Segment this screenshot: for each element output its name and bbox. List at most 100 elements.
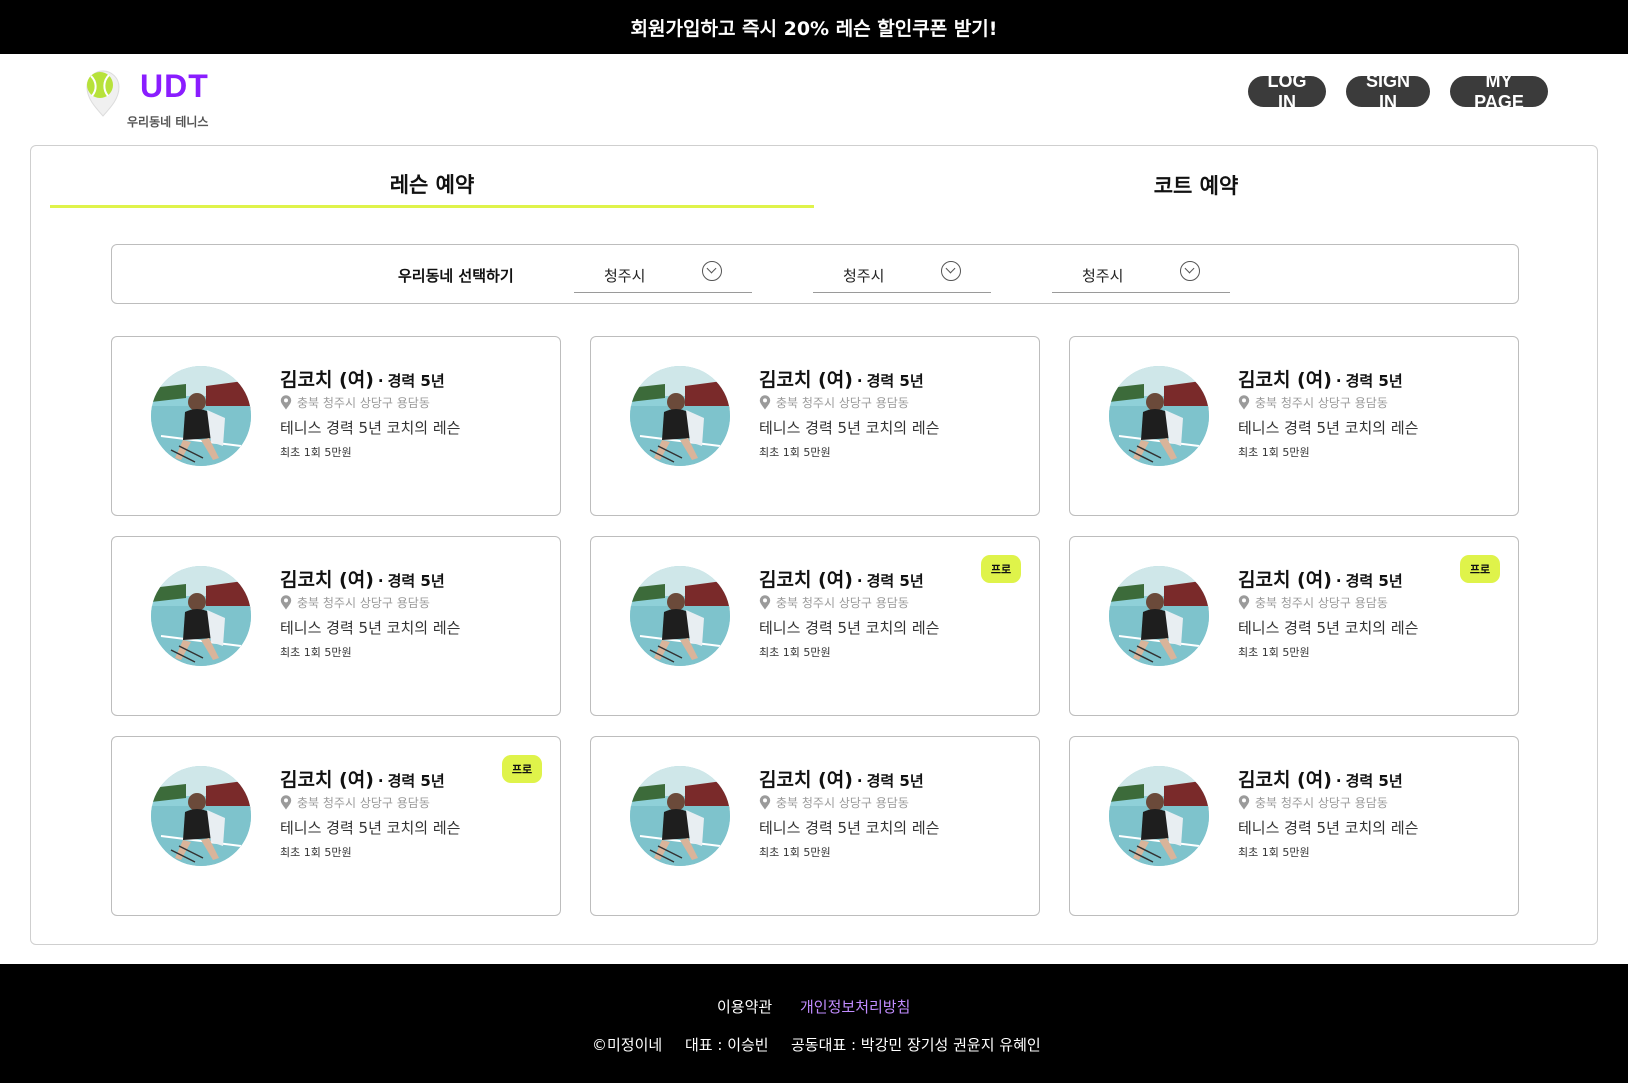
location-pin-icon (280, 395, 292, 410)
coach-card[interactable]: 김코치 (여) · 경력 5년 충북 청주시 상당구 용담동 테니스 경력 5년 코치의… (1069, 336, 1519, 516)
tab-label: 레슨 예약 (389, 172, 475, 197)
coach-career: 경력 5년 (866, 572, 924, 590)
site-header: UDT 우리동네 테니스 LOG IN SIGN IN MY PAGE (0, 54, 1628, 140)
lesson-price: 최초 1회 5만원 (1238, 646, 1310, 659)
coach-name: 김코치 (여) (280, 569, 374, 591)
coach-location: 충북 청주시 상당구 용담동 (280, 394, 430, 411)
coach-card[interactable]: 김코치 (여) · 경력 5년충북 청주시 상당구 용담동테니스 경력 5년 코치의… (111, 536, 561, 716)
coach-name: 김코치 (여) (280, 769, 374, 791)
coach-career: 경력 5년 (1345, 572, 1403, 590)
tab-lesson-reservation[interactable]: 레슨 예약 (50, 162, 814, 208)
coach-photo (151, 566, 251, 666)
lesson-description: 테니스 경력 5년 코치의 레슨 (280, 419, 461, 437)
coach-name: 김코치 (여) (1238, 569, 1332, 591)
coach-card[interactable]: 김코치 (여) · 경력 5년 충북 청주시 상당구 용담동 테니스 경력 5년 코치의… (1069, 536, 1519, 716)
mypage-button[interactable]: MY PAGE (1450, 71, 1548, 112)
select-value: 청주시 (604, 267, 646, 285)
coach-card[interactable]: 김코치 (여) · 경력 5년충북 청주시 상당구 용담동테니스 경력 5년 코치의… (1069, 736, 1519, 916)
coach-career: 경력 5년 (1345, 772, 1403, 790)
coach-name-line: 김코치 (여) · 경력 5년 (1238, 565, 1403, 592)
lesson-price: 최초 1회 5만원 (1238, 846, 1310, 859)
coach-card[interactable]: 김코치 (여) · 경력 5년 충북 청주시 상당구 용담동 테니스 경력 5년 코치의… (590, 536, 1040, 716)
tennis-ball-pin-icon (86, 70, 120, 117)
tab-court-reservation[interactable]: 코트 예약 (814, 162, 1578, 208)
coach-location: 충북 청주시 상당구 용담동 (759, 394, 909, 411)
coach-card[interactable]: 김코치 (여) · 경력 5년 충북 청주시 상당구 용담동 테니스 경력 5년 코치의… (590, 736, 1040, 916)
region-select-3[interactable]: 청주시 (1052, 253, 1230, 293)
login-button[interactable]: LOG IN (1248, 71, 1326, 112)
chevron-down-circle-icon (1180, 261, 1200, 281)
lesson-description: 테니스 경력 5년 코치의 레슨 (1238, 619, 1419, 637)
separator-dot: · (377, 772, 384, 790)
separator-dot: · (856, 372, 863, 390)
coach-career: 경력 5년 (387, 772, 445, 790)
lesson-description: 테니스 경력 5년 코치의 레슨 (1238, 819, 1419, 837)
separator-dot: · (856, 772, 863, 790)
promo-banner-text: 회원가입하고 즉시 20% 레슨 할인쿠폰 받기! (630, 17, 998, 40)
coach-name: 김코치 (여) (759, 769, 853, 791)
separator-dot: · (377, 572, 384, 590)
neighborhood-filter: 우리동네 선택하기 청주시 청주시 청주시 (111, 244, 1519, 304)
location-text: 충북 청주시 상당구 용담동 (1255, 396, 1388, 410)
region-select-2[interactable]: 청주시 (813, 253, 991, 293)
separator-dot: · (1335, 772, 1342, 790)
location-pin-icon (280, 795, 292, 810)
location-pin-icon (1238, 795, 1250, 810)
coach-name: 김코치 (여) (1238, 769, 1332, 791)
avatar (1109, 366, 1209, 466)
coach-card[interactable]: 김코치 (여) · 경력 5년충북 청주시 상당구 용담동테니스 경력 5년 코치의… (590, 336, 1040, 516)
chevron-down-circle-icon (702, 261, 722, 281)
coach-photo (151, 366, 251, 466)
separator-dot: · (377, 372, 384, 390)
copyright-text: ©미정이네 (592, 1036, 663, 1054)
coach-name-line: 김코치 (여) · 경력 5년 (1238, 765, 1403, 792)
coach-career: 경력 5년 (387, 572, 445, 590)
pro-badge: 프로 (981, 555, 1021, 583)
coach-career: 경력 5년 (866, 772, 924, 790)
avatar (151, 366, 251, 466)
co-ceo-text: 공동대표 : 박강민 장기성 권윤지 유혜인 (791, 1036, 1041, 1054)
coach-location: 충북 청주시 상당구 용담동 (1238, 394, 1388, 411)
avatar (630, 766, 730, 866)
lesson-price: 최초 1회 5만원 (1238, 446, 1310, 459)
coach-photo (1109, 766, 1209, 866)
coach-card[interactable]: 김코치 (여) · 경력 5년 충북 청주시 상당구 용담동 테니스 경력 5년 코치의… (111, 736, 561, 916)
lesson-price: 최초 1회 5만원 (759, 846, 831, 859)
lesson-description: 테니스 경력 5년 코치의 레슨 (759, 619, 940, 637)
coach-name-line: 김코치 (여) · 경력 5년 (759, 365, 924, 392)
pro-badge: 프로 (502, 755, 542, 783)
avatar (630, 566, 730, 666)
separator-dot: · (856, 572, 863, 590)
logo[interactable]: UDT 우리동네 테니스 (84, 68, 234, 129)
avatar (1109, 566, 1209, 666)
coach-photo (630, 566, 730, 666)
terms-link[interactable]: 이용약관 (717, 996, 772, 1017)
region-select-1[interactable]: 청주시 (574, 253, 752, 293)
coach-career: 경력 5년 (1345, 372, 1403, 390)
coach-photo (630, 766, 730, 866)
coach-name-line: 김코치 (여) · 경력 5년 (280, 565, 445, 592)
signin-button[interactable]: SIGN IN (1346, 71, 1430, 112)
avatar (1109, 766, 1209, 866)
coach-name-line: 김코치 (여) · 경력 5년 (280, 365, 445, 392)
avatar (151, 766, 251, 866)
coach-location: 충북 청주시 상당구 용담동 (280, 794, 430, 811)
lesson-price: 최초 1회 5만원 (280, 846, 352, 859)
privacy-policy-link[interactable]: 개인정보처리방침 (800, 996, 910, 1017)
coach-name: 김코치 (여) (759, 369, 853, 391)
separator-dot: · (1335, 572, 1342, 590)
coach-location: 충북 청주시 상당구 용담동 (280, 594, 430, 611)
lesson-description: 테니스 경력 5년 코치의 레슨 (759, 419, 940, 437)
location-text: 충북 청주시 상당구 용담동 (776, 396, 909, 410)
lesson-price: 최초 1회 5만원 (280, 446, 352, 459)
coach-location: 충북 청주시 상당구 용담동 (759, 794, 909, 811)
location-text: 충북 청주시 상당구 용담동 (776, 796, 909, 810)
promo-banner[interactable]: 회원가입하고 즉시 20% 레슨 할인쿠폰 받기! (0, 0, 1628, 54)
location-pin-icon (280, 595, 292, 610)
coach-name-line: 김코치 (여) · 경력 5년 (759, 765, 924, 792)
select-value: 청주시 (1082, 267, 1124, 285)
lesson-description: 테니스 경력 5년 코치의 레슨 (280, 619, 461, 637)
coach-card[interactable]: 김코치 (여) · 경력 5년충북 청주시 상당구 용담동테니스 경력 5년 코치의… (111, 336, 561, 516)
coach-location: 충북 청주시 상당구 용담동 (1238, 794, 1388, 811)
coach-name-line: 김코치 (여) · 경력 5년 (280, 765, 445, 792)
